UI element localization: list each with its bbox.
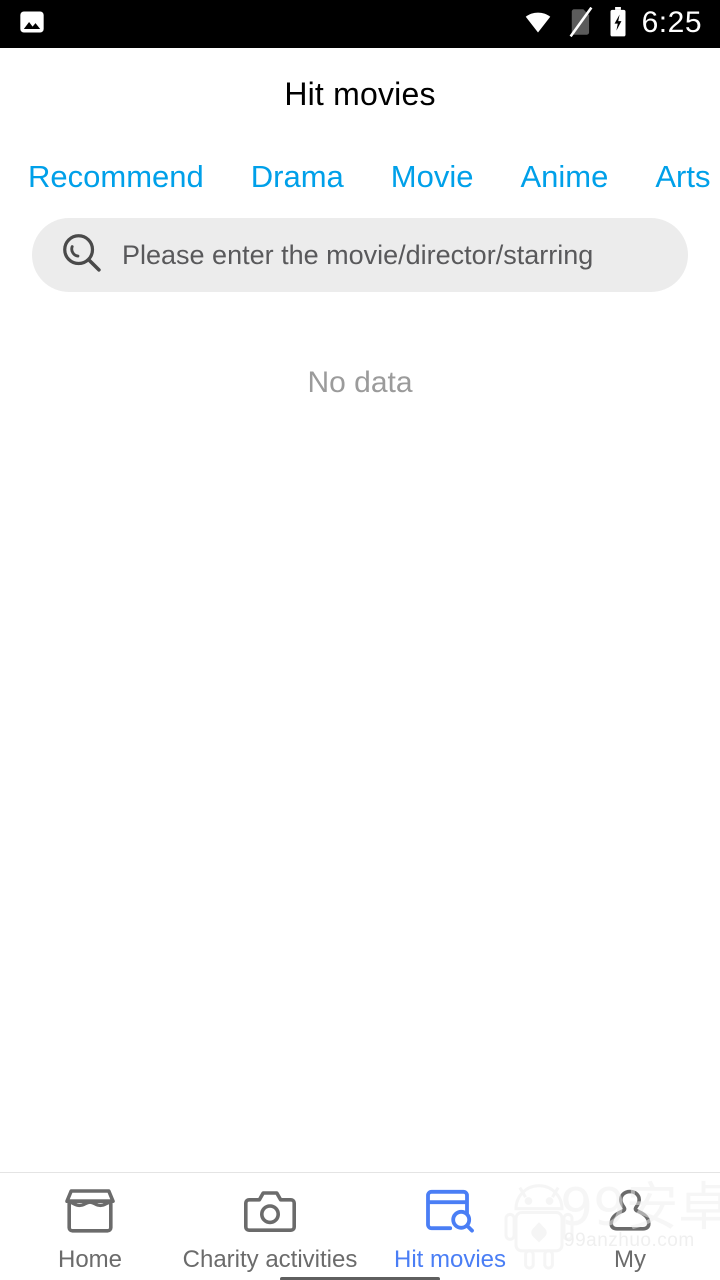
nav-item-my[interactable]: My bbox=[540, 1173, 720, 1272]
nav-label-home: Home bbox=[57, 1246, 123, 1273]
nav-label-charity-activities: Charity activities bbox=[182, 1246, 358, 1273]
nav-item-hit-movies[interactable]: Hit movies bbox=[360, 1173, 540, 1272]
empty-state-text: No data bbox=[307, 366, 413, 399]
nav-label-my: My bbox=[614, 1246, 646, 1273]
bottom-navigation-bar: Home Charity activities Hit movies My 99… bbox=[0, 1172, 720, 1280]
tab-drama[interactable]: Drama bbox=[251, 161, 344, 192]
tab-movie[interactable]: Movie bbox=[391, 161, 474, 192]
camera-icon bbox=[244, 1187, 296, 1238]
tab-anime[interactable]: Anime bbox=[520, 161, 608, 192]
battery-charging-icon bbox=[608, 6, 628, 42]
search-input[interactable] bbox=[122, 239, 660, 271]
search-icon bbox=[60, 231, 104, 280]
content-area: No data bbox=[0, 304, 720, 1172]
tab-arts[interactable]: Arts bbox=[655, 161, 710, 192]
nav-label-hit-movies: Hit movies bbox=[393, 1246, 507, 1273]
search-bar[interactable] bbox=[32, 218, 688, 292]
store-icon bbox=[64, 1187, 116, 1238]
browser-search-icon bbox=[424, 1187, 476, 1238]
title-bar: Hit movies bbox=[0, 48, 720, 140]
empty-state: No data bbox=[0, 366, 720, 400]
app-screen: 6:25 Hit movies Recommend Drama Movie An… bbox=[0, 0, 720, 1280]
status-bar-clock: 6:25 bbox=[641, 6, 702, 39]
no-sim-card-icon bbox=[568, 6, 594, 42]
nav-item-charity-activities[interactable]: Charity activities bbox=[180, 1173, 360, 1272]
page-title: Hit movies bbox=[284, 75, 436, 112]
photo-image-icon bbox=[18, 8, 46, 41]
person-icon bbox=[604, 1187, 656, 1238]
search-section bbox=[0, 212, 720, 304]
tab-recommend[interactable]: Recommend bbox=[28, 161, 204, 192]
wifi-icon bbox=[522, 8, 554, 41]
status-bar: 6:25 bbox=[0, 0, 720, 48]
status-bar-notifications bbox=[18, 8, 46, 41]
nav-item-home[interactable]: Home bbox=[0, 1173, 180, 1272]
status-bar-system-icons: 6:25 bbox=[522, 6, 702, 42]
category-tab-strip[interactable]: Recommend Drama Movie Anime Arts bbox=[0, 140, 720, 212]
